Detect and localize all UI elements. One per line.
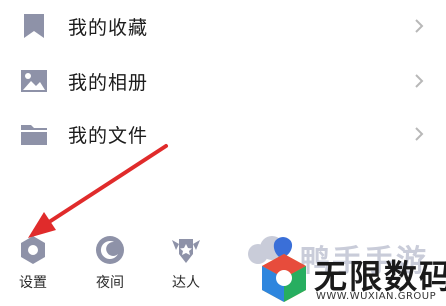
- bottom-item-label: 达人: [172, 275, 200, 291]
- bottom-item-settings[interactable]: 设置: [3, 232, 63, 294]
- brand-logo-icon: [262, 254, 306, 302]
- menu-item-album[interactable]: 我的相册: [0, 55, 446, 107]
- moon-icon: [96, 236, 124, 264]
- chevron-right-icon: [415, 74, 424, 88]
- menu-item-files[interactable]: 我的文件: [0, 108, 446, 160]
- site-watermark: 无限数码 WWW.WUXIAN.GROUP: [258, 248, 446, 306]
- chevron-right-icon: [415, 19, 424, 33]
- image-icon: [21, 70, 47, 92]
- watermark-url: WWW.WUXIAN.GROUP: [316, 291, 437, 302]
- bottom-item-expert[interactable]: 达人: [156, 232, 216, 294]
- menu-item-label: 我的相册: [68, 71, 149, 94]
- menu-item-label: 我的收藏: [68, 16, 149, 39]
- bookmark-icon: [24, 14, 44, 38]
- menu-item-favorites[interactable]: 我的收藏: [0, 0, 446, 52]
- bottom-item-night-mode[interactable]: 夜间: [80, 232, 140, 294]
- folder-icon: [21, 125, 47, 145]
- chevron-right-icon: [415, 127, 424, 141]
- bottom-item-label: 设置: [19, 275, 47, 291]
- bottom-item-label: 夜间: [96, 275, 124, 291]
- menu-item-label: 我的文件: [68, 124, 149, 147]
- settings-hexagon-icon: [21, 236, 45, 264]
- expert-badge-icon: [172, 239, 200, 263]
